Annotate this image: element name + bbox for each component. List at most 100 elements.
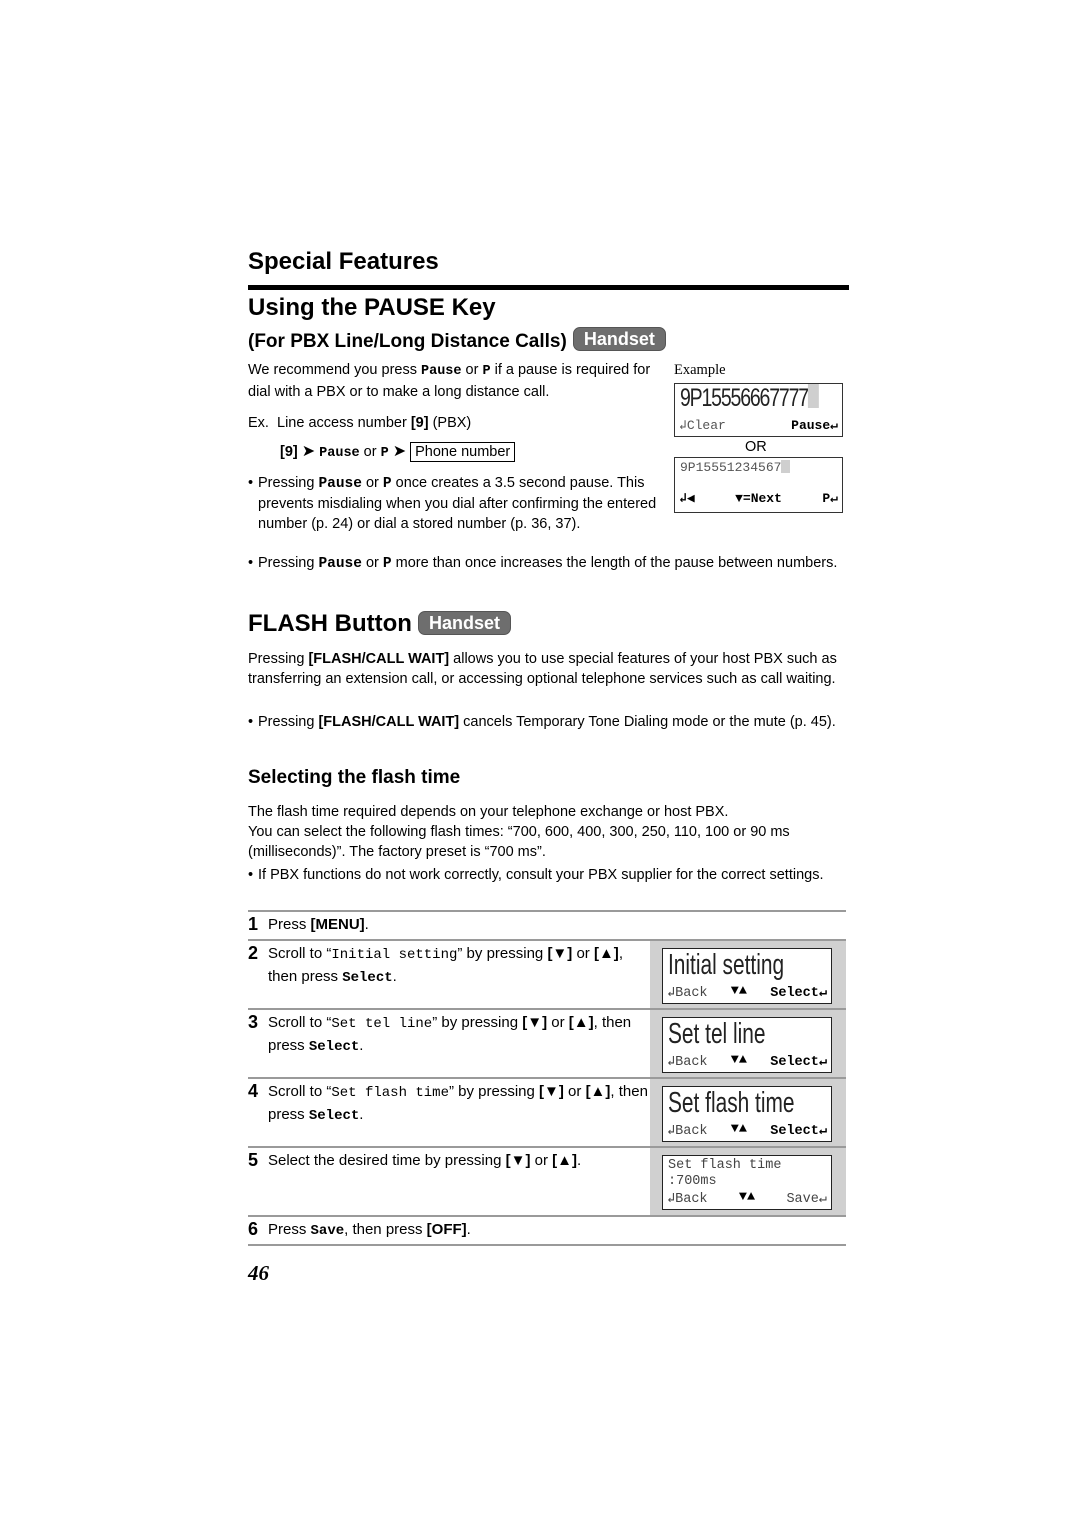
line-access-key: [9] <box>410 415 429 431</box>
pause-intro: We recommend you press Pause or P if a p… <box>248 360 668 402</box>
divider <box>248 1244 846 1246</box>
soft-arrows: ▼▲ <box>730 1122 747 1137</box>
cursor-block <box>807 384 819 408</box>
lcd2-number: 9P15551234567 <box>680 460 782 475</box>
ex-prefix: Ex. Line access number <box>248 415 411 431</box>
soft-select: Select↵ <box>770 1124 827 1139</box>
soft-p: P↵ <box>822 491 838 506</box>
or-label: OR <box>745 439 767 455</box>
lcd-softkeys: ↲Back ▼▲ Save↵ <box>667 1190 827 1207</box>
step-2: 2 Scroll to “Initial setting” by pressin… <box>248 943 648 989</box>
selecting-para2: You can select the following flash times… <box>248 824 790 860</box>
step-number: 1 <box>248 914 259 934</box>
soft-pause: Pause↵ <box>791 418 838 433</box>
lcd1-number: 9P15556667777 <box>680 384 809 412</box>
step-number: 5 <box>248 1150 259 1170</box>
step-4: 4 Scroll to “Set flash time” by pressing… <box>248 1081 648 1127</box>
step-5: 5 Select the desired time by pressing [▼… <box>248 1150 648 1171</box>
bullet-dot: • <box>248 555 254 571</box>
example-label: Example <box>674 362 726 378</box>
flash-key: [FLASH/CALL WAIT] <box>308 651 450 667</box>
step-number: 4 <box>248 1081 259 1101</box>
divider <box>248 1146 846 1148</box>
lcd1-softkeys: ↲Clear Pause↵ <box>679 418 838 433</box>
lcd-text: Set tel line <box>668 1018 766 1050</box>
lcd-text: Set flash time <box>668 1087 795 1119</box>
seq-p-key: P <box>380 446 389 461</box>
lcd1-number-line: 9P15556667777 <box>680 384 819 413</box>
pause-bullet-2: • Pressing Pause or P more than once inc… <box>248 553 848 574</box>
lcd-softkeys: ↲Back ▼▲ Select↵ <box>667 984 827 1001</box>
selecting-bullet: • If PBX functions do not work correctly… <box>248 865 848 885</box>
divider <box>248 1215 846 1217</box>
lcd-text: Initial setting <box>668 949 785 981</box>
lcd-value: :700ms <box>668 1174 717 1189</box>
divider <box>248 910 846 912</box>
arrow-right-icon: ➤ <box>392 443 407 460</box>
soft-arrows: ▼▲ <box>730 1053 747 1068</box>
soft-back-left: ↲◀ <box>679 491 695 506</box>
step-text: Scroll to “Set flash time” by pressing [… <box>268 1083 648 1124</box>
lcd-line1: Set flash time <box>668 1158 782 1173</box>
step-text: Scroll to “Set tel line” by pressing [▼]… <box>268 1014 632 1055</box>
page-title: Using the PAUSE Key <box>248 294 496 321</box>
lcd-softkeys: ↲Back ▼▲ Select↵ <box>667 1053 827 1070</box>
lcd2-softkeys: ↲◀ ▼=Next P↵ <box>679 491 838 506</box>
selecting-title: Selecting the flash time <box>248 767 461 788</box>
soft-arrows: ▼▲ <box>738 1190 756 1205</box>
subtitle-text: (For PBX Line/Long Distance Calls) <box>248 331 567 352</box>
step-text: Scroll to “Initial setting” by pressing … <box>268 945 623 986</box>
bullet-dot: • <box>248 714 254 730</box>
bullet-dot: • <box>248 475 254 491</box>
lcd-flash-time-value: Set flash time :700ms ↲Back ▼▲ Save↵ <box>662 1155 832 1210</box>
soft-back: ↲Back <box>667 986 708 1001</box>
bullet-dot: • <box>248 867 254 883</box>
soft-select: Select↵ <box>770 986 827 1001</box>
lcd-example-2: 9P15551234567 ↲◀ ▼=Next P↵ <box>674 457 843 513</box>
handset-badge: Handset <box>417 611 511 635</box>
step-number: 6 <box>248 1219 259 1239</box>
lcd2-number-line: 9P15551234567 <box>680 460 791 475</box>
arrow-right-icon: ➤ <box>301 443 316 460</box>
intro-text: We recommend you press <box>248 362 421 378</box>
page-number: 46 <box>248 1261 269 1285</box>
lcd-set-tel-line: Set tel line ↲Back ▼▲ Select↵ <box>662 1017 832 1073</box>
handset-badge: Handset <box>572 327 666 351</box>
soft-clear: ↲Clear <box>679 418 726 433</box>
seq-or: or <box>359 444 381 460</box>
section-rule <box>248 285 849 290</box>
soft-back: ↲Back <box>667 1192 708 1207</box>
lcd-initial-setting: Initial setting ↲Back ▼▲ Select↵ <box>662 948 832 1004</box>
pause-subtitle: (For PBX Line/Long Distance Calls) Handse… <box>248 327 666 353</box>
ex-suffix: (PBX) <box>428 415 472 431</box>
lcd-set-flash-time: Set flash time ↲Back ▼▲ Select↵ <box>662 1086 832 1142</box>
intro-or: or <box>461 362 483 378</box>
step-1: 1 Press [MENU]. <box>248 914 648 935</box>
selecting-para1: The flash time required depends on your … <box>248 804 729 820</box>
pause-key: Pause <box>421 364 462 379</box>
divider <box>248 1077 846 1079</box>
soft-back: ↲Back <box>667 1124 708 1139</box>
divider <box>248 939 846 941</box>
dial-sequence: [9] ➤ Pause or P ➤ Phone number <box>280 442 516 464</box>
pause-bullet-1: • Pressing Pause or P once creates a 3.5… <box>248 473 658 534</box>
selecting-paragraph: The flash time required depends on your … <box>248 802 848 862</box>
step-6: 6 Press Save, then press [OFF]. <box>248 1219 648 1242</box>
step-text: Press [MENU]. <box>268 916 369 933</box>
flash-bullet: • Pressing [FLASH/CALL WAIT] cancels Tem… <box>248 712 848 732</box>
lcd-example-1: 9P15556667777 ↲Clear Pause↵ <box>674 383 843 437</box>
soft-back: ↲Back <box>667 1055 708 1070</box>
soft-save: Save↵ <box>786 1192 827 1207</box>
step-text: Press Save, then press [OFF]. <box>268 1221 471 1239</box>
bullet-text: If PBX functions do not work correctly, … <box>258 867 824 883</box>
step-text: Select the desired time by pressing [▼] … <box>268 1152 582 1169</box>
phone-number-box: Phone number <box>410 442 516 462</box>
soft-select: Select↵ <box>770 1055 827 1070</box>
step-number: 3 <box>248 1012 259 1032</box>
cursor-block <box>781 460 791 473</box>
soft-arrows: ▼▲ <box>730 984 747 999</box>
bullet-text: Pressing [FLASH/CALL WAIT] cancels Tempo… <box>258 714 836 730</box>
flash-title: FLASH Button Handset <box>248 610 511 638</box>
flash-title-text: FLASH Button <box>248 610 412 637</box>
soft-next: ▼=Next <box>735 491 782 506</box>
